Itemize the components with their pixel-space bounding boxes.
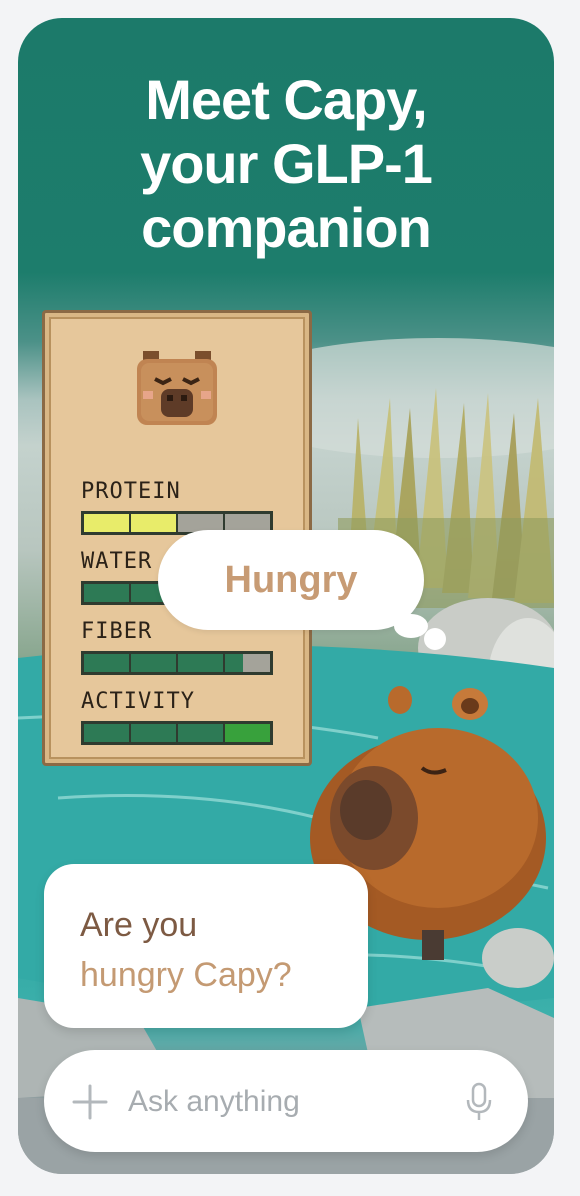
headline-line-1: Meet Capy, xyxy=(145,68,427,131)
ask-bar xyxy=(44,1050,528,1152)
user-message-bubble: Are you hungry Capy? xyxy=(44,864,368,1028)
headline-line-3: companion xyxy=(141,196,432,259)
message-line-1: Are you xyxy=(80,906,198,944)
stat-label-water: WATER xyxy=(81,549,153,574)
thought-dot-large xyxy=(394,614,428,638)
onboarding-card: Meet Capy, your GLP-1 companion PROTEIN … xyxy=(18,18,554,1174)
stat-bar-fiber xyxy=(81,651,273,675)
stat-label-fiber: FIBER xyxy=(81,619,153,644)
microphone-icon[interactable] xyxy=(466,1082,492,1122)
capybara-face-icon xyxy=(137,351,217,425)
message-line-2: hungry Capy? xyxy=(80,956,292,994)
mood-text: Hungry xyxy=(224,558,358,601)
ask-input[interactable] xyxy=(126,1078,430,1126)
headline: Meet Capy, your GLP-1 companion xyxy=(18,68,554,260)
stat-label-protein: PROTEIN xyxy=(81,479,181,504)
mood-thought-bubble: Hungry xyxy=(158,530,424,630)
stat-bar-activity xyxy=(81,721,273,745)
plus-icon[interactable] xyxy=(72,1084,108,1120)
stat-label-activity: ACTIVITY xyxy=(81,689,195,714)
thought-dot-small xyxy=(424,628,446,650)
headline-line-2: your GLP-1 xyxy=(140,132,433,195)
